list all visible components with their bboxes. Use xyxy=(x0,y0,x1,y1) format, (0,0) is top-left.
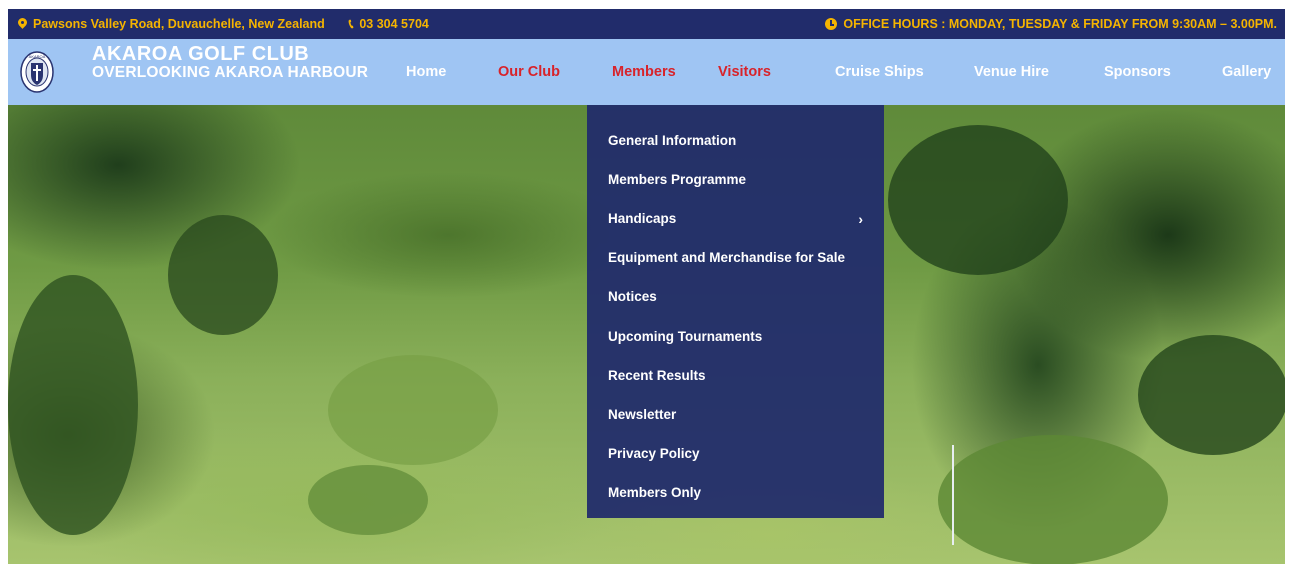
menu-item-upcoming-tournaments[interactable]: Upcoming Tournaments xyxy=(587,316,884,355)
menu-item-privacy-policy[interactable]: Privacy Policy xyxy=(587,434,884,473)
menu-item-label: Handicaps xyxy=(608,211,677,227)
menu-item-newsletter[interactable]: Newsletter xyxy=(587,395,884,434)
nav-gallery[interactable]: Gallery xyxy=(1222,64,1271,80)
menu-item-label: Newsletter xyxy=(608,406,677,422)
menu-item-notices[interactable]: Notices xyxy=(587,277,884,316)
nav-home[interactable]: Home xyxy=(406,64,446,80)
hero-tree xyxy=(8,275,138,535)
menu-item-label: Notices xyxy=(608,289,657,305)
nav-visitors[interactable]: Visitors xyxy=(718,64,771,80)
members-dropdown-menu: General Information Members Programme Ha… xyxy=(587,105,884,518)
nav-venue-hire[interactable]: Venue Hire xyxy=(974,64,1049,80)
primary-nav: Home Our Club Members Visitors Cruise Sh… xyxy=(8,39,1285,105)
menu-item-general-information[interactable]: General Information xyxy=(587,121,884,160)
phone-text: 03 304 5704 xyxy=(359,17,429,31)
address-text: Pawsons Valley Road, Duvauchelle, New Ze… xyxy=(33,17,325,31)
menu-item-label: Members Programme xyxy=(608,172,747,188)
nav-members[interactable]: Members xyxy=(612,64,676,80)
nav-our-club[interactable]: Our Club xyxy=(498,64,560,80)
chevron-right-icon: › xyxy=(858,210,863,227)
menu-item-label: Recent Results xyxy=(608,367,706,383)
hero-tree xyxy=(888,125,1068,275)
menu-item-label: Privacy Policy xyxy=(608,445,700,461)
page-frame: Pawsons Valley Road, Duvauchelle, New Ze… xyxy=(8,9,1285,564)
menu-item-label: Equipment and Merchandise for Sale xyxy=(608,250,846,266)
top-info-bar: Pawsons Valley Road, Duvauchelle, New Ze… xyxy=(8,9,1285,39)
menu-item-handicaps[interactable]: Handicaps › xyxy=(587,199,884,238)
phone-info[interactable]: 📞︎ 03 304 5704 xyxy=(349,16,429,32)
nav-cruise-ships[interactable]: Cruise Ships xyxy=(835,64,924,80)
menu-item-label: General Information xyxy=(608,133,737,149)
nav-sponsors[interactable]: Sponsors xyxy=(1104,64,1171,80)
hero-tree xyxy=(328,355,498,465)
office-hours-text: OFFICE HOURS : MONDAY, TUESDAY & FRIDAY … xyxy=(843,17,1277,31)
menu-item-label: Upcoming Tournaments xyxy=(608,328,763,344)
hero-tree xyxy=(1138,335,1285,455)
address-info[interactable]: Pawsons Valley Road, Duvauchelle, New Ze… xyxy=(18,17,325,31)
hero-tree xyxy=(938,435,1168,564)
clock-icon xyxy=(825,18,838,30)
hero-flagpole xyxy=(952,445,954,545)
map-pin-icon xyxy=(18,18,27,30)
hero-tree xyxy=(168,215,278,335)
menu-item-label: Members Only xyxy=(608,484,702,500)
hero-tree xyxy=(308,465,428,535)
main-header: AKAROA AKAROA GOLF CLUB OVERLOOKING AKAR… xyxy=(8,39,1285,105)
office-hours: OFFICE HOURS : MONDAY, TUESDAY & FRIDAY … xyxy=(825,17,1277,31)
phone-icon: 📞︎ xyxy=(348,16,354,31)
menu-item-members-programme[interactable]: Members Programme xyxy=(587,160,884,199)
menu-item-recent-results[interactable]: Recent Results xyxy=(587,356,884,395)
menu-item-equipment-merchandise[interactable]: Equipment and Merchandise for Sale xyxy=(587,238,884,277)
menu-item-members-only[interactable]: Members Only xyxy=(587,473,884,512)
